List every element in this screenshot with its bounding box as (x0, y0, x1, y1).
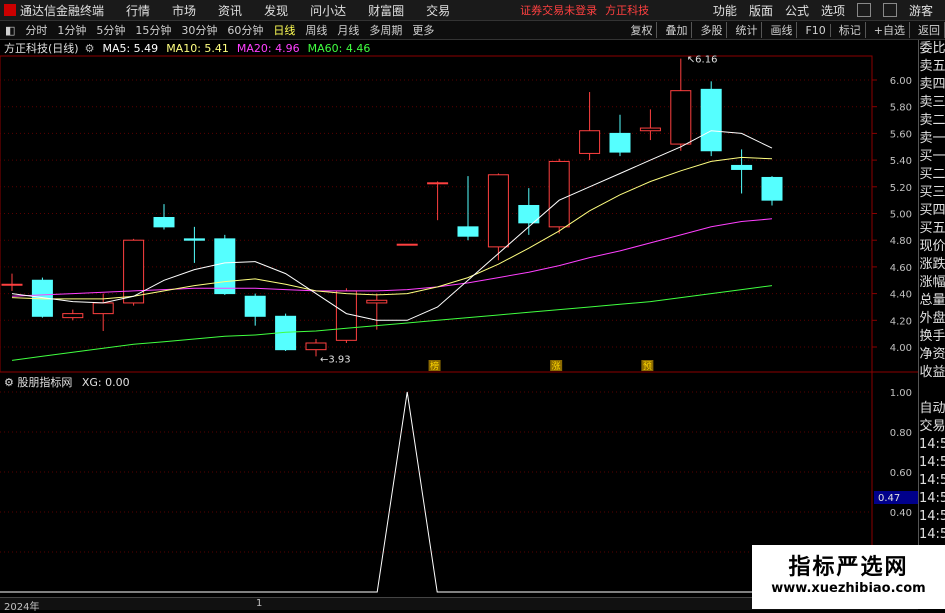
ind-tick-label: 0.80 (890, 428, 912, 439)
high-annotation: ↖6.16 (687, 55, 718, 66)
candle-body (123, 239, 145, 304)
event-marker: 预 (643, 361, 652, 372)
candle-body (700, 88, 722, 152)
indicator-settings-icon[interactable]: ⚙ (4, 376, 14, 389)
sidepanel-item: 涨幅 (919, 275, 945, 290)
candle-body (244, 295, 266, 317)
price-tick-label: 4.20 (890, 316, 912, 327)
sidepanel-item: 卖四 (919, 77, 945, 92)
event-marker: 涨 (552, 361, 561, 372)
candle-body (731, 164, 753, 170)
sidepanel-item: 14:56 (919, 491, 945, 506)
candle-body (153, 217, 175, 228)
sidepanel-item (919, 382, 945, 400)
candle-body (366, 299, 388, 304)
candle-body (427, 182, 449, 185)
btn-back[interactable]: 返回 (918, 22, 945, 38)
sidepanel-item: 外盘 (919, 311, 945, 326)
price-tick-label: 4.00 (890, 343, 912, 354)
price-tick-label: 5.20 (890, 183, 912, 194)
sidepanel-item: 14:56 (919, 437, 945, 452)
sidepanel-item: 涨跌 (919, 257, 945, 272)
sidepanel-item: 买四 (919, 203, 945, 218)
price-tick-label: 6.00 (890, 76, 912, 87)
candle-body (183, 238, 205, 241)
watermark: 指标严选网 www.xuezhibiao.com (752, 545, 945, 609)
sidepanel-item: 交易 (919, 419, 945, 434)
ind-tick-label: 1.00 (890, 388, 912, 399)
sidepanel-item: 净资 (919, 347, 945, 362)
xg-line (0, 391, 872, 593)
candle-body (761, 176, 783, 201)
kline-chart[interactable]: 6.00 5.80 5.60 5.40 5.20 5.00 4.80 4.60 4.40 4.20… (0, 0, 918, 609)
candle-body (1, 283, 23, 286)
price-tick-label: 4.80 (890, 236, 912, 247)
sidepanel-item: 卖三 (919, 95, 945, 110)
price-tick-label: 5.40 (890, 156, 912, 167)
price-tick-label: 4.40 (890, 290, 912, 301)
low-annotation: ←3.93 (320, 354, 351, 365)
indicator-name: 股朋指标网 (17, 376, 73, 389)
sidepanel-item: 卖一 (919, 131, 945, 146)
candle-body (548, 160, 570, 228)
sidepanel-item: 卖五 (919, 59, 945, 74)
ind-tick-label: 0.60 (890, 468, 912, 479)
price-tick-label: 5.80 (890, 103, 912, 114)
sidepanel-item: 自动 (919, 401, 945, 416)
candle-body (487, 174, 509, 248)
year-label: 2024年 (4, 602, 40, 613)
sidepanel-item: 14:56 (919, 455, 945, 470)
event-marker: 榜 (430, 360, 439, 372)
indicator-xg: XG: 0.00 (81, 376, 130, 389)
candle-body (396, 243, 418, 246)
indicator-label: ⚙ 股朋指标网 XG: 0.00 (4, 374, 130, 390)
candle-body (62, 313, 84, 319)
sidepanel-item: 卖二 (919, 113, 945, 128)
watermark-title: 指标严选网 (788, 555, 909, 580)
price-tick-label: 4.60 (890, 263, 912, 274)
sidepanel-item: 收益 (919, 365, 945, 380)
candle-body (457, 226, 479, 237)
sidepanel-item: 14:56 (919, 527, 945, 542)
sidepanel-item: 现价 (919, 239, 945, 254)
candle-body (639, 127, 661, 132)
sidepanel-item: 买三 (919, 185, 945, 200)
candle-body (609, 132, 631, 153)
candle-body (579, 130, 601, 154)
sidepanel-item: 换手 (919, 329, 945, 344)
period-marker: 1 (256, 598, 263, 609)
sidepanel-item: 买二 (919, 167, 945, 182)
candle-body (305, 342, 327, 351)
sidepanel-item: 买五 (919, 221, 945, 236)
sidepanel-item: 总量 (919, 293, 945, 308)
ind-tick-label: 0.40 (890, 508, 912, 519)
price-tick-label: 5.00 (890, 210, 912, 221)
watermark-url: www.xuezhibiao.com (771, 581, 926, 596)
sidepanel-item: 买一 (919, 149, 945, 164)
candle-body (214, 238, 236, 295)
price-tick-label: 5.60 (890, 129, 912, 140)
quote-sidepanel: 委比卖五卖四卖三卖二卖一买一买二买三买四买五现价涨跌涨幅总量外盘换手净资收益自动… (918, 40, 945, 609)
sidepanel-item: 14:56 (919, 509, 945, 524)
ind-current-value: 0.47 (878, 493, 900, 504)
sidepanel-item: 委比 (919, 41, 945, 56)
candle-body (92, 302, 114, 315)
sidepanel-item: 14:56 (919, 473, 945, 488)
candle-body (670, 90, 692, 145)
